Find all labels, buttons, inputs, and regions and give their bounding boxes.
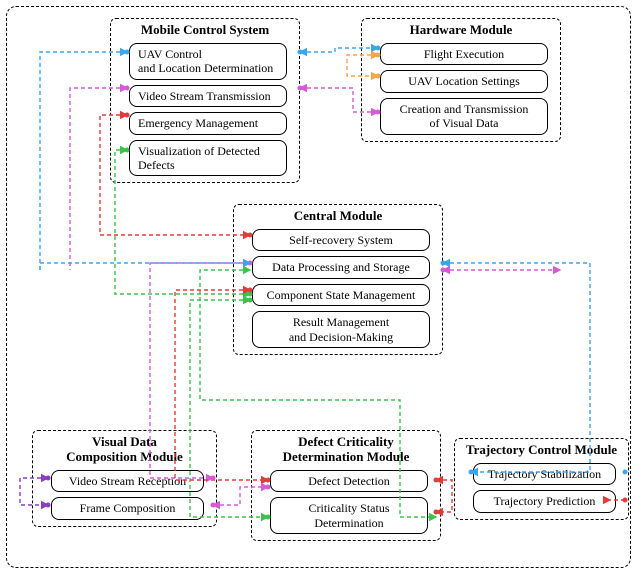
item-flight-execution: Flight Execution: [380, 43, 548, 65]
module-mobile: Mobile Control System UAV Controland Loc…: [110, 18, 300, 183]
item-trajectory-stabilization: Trajectory Stabilization: [473, 463, 616, 485]
module-title-visual: Visual DataComposition Module: [39, 435, 210, 465]
item-frame-composition: Frame Composition: [51, 497, 204, 519]
item-trajectory-prediction: Trajectory Prediction: [473, 490, 616, 512]
module-visual: Visual DataComposition Module Video Stre…: [32, 430, 217, 527]
module-trajectory: Trajectory Control Module Trajectory Sta…: [454, 438, 629, 520]
module-hardware: Hardware Module Flight Execution UAV Loc…: [361, 18, 561, 142]
item-visualization-defects: Visualization of DetectedDefects: [129, 140, 287, 177]
module-title-central: Central Module: [240, 209, 436, 224]
module-title-trajectory: Trajectory Control Module: [461, 443, 622, 458]
item-video-stream-reception: Video Stream Reception: [51, 470, 204, 492]
item-component-state: Component State Management: [252, 284, 430, 306]
item-self-recovery: Self-recovery System: [252, 229, 430, 251]
module-title-defect: Defect CriticalityDetermination Module: [258, 435, 434, 465]
item-creation-transmission-visual: Creation and Transmissionof Visual Data: [380, 98, 548, 135]
module-title-hardware: Hardware Module: [368, 23, 554, 38]
item-defect-detection: Defect Detection: [270, 470, 428, 492]
module-central: Central Module Self-recovery System Data…: [233, 204, 443, 355]
item-uav-location-settings: UAV Location Settings: [380, 70, 548, 92]
item-emergency-management: Emergency Management: [129, 112, 287, 134]
item-criticality-status: Criticality StatusDetermination: [270, 497, 428, 534]
module-title-mobile: Mobile Control System: [117, 23, 293, 38]
item-data-processing-storage: Data Processing and Storage: [252, 256, 430, 278]
item-uav-control: UAV Controland Location Determination: [129, 43, 287, 80]
module-defect: Defect CriticalityDetermination Module D…: [251, 430, 441, 541]
item-video-stream-transmission: Video Stream Transmission: [129, 85, 287, 107]
item-result-management: Result Managementand Decision-Making: [252, 311, 430, 348]
